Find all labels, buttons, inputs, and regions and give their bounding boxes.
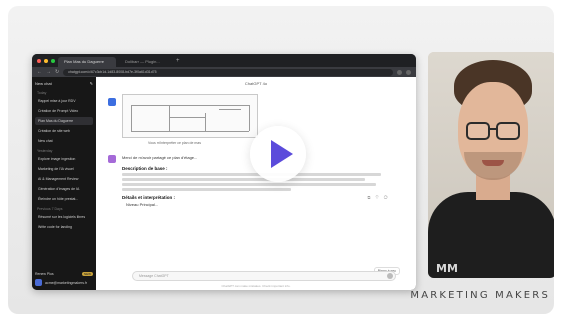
extension-icon[interactable]: [397, 69, 402, 75]
text-line: [122, 178, 365, 181]
assistant-avatar-icon: [108, 155, 116, 163]
avatar[interactable]: [35, 279, 42, 286]
upgrade-label[interactable]: Renew Plus: [35, 272, 54, 276]
message-actions[interactable]: ⧉ ♡ ⟳: [368, 195, 390, 200]
address-bar-row: ← → ↻ chatgpt.com/c/67c3cb1d-1d83-8008-b…: [32, 67, 416, 77]
play-icon: [271, 140, 293, 168]
play-button[interactable]: [250, 126, 306, 182]
sidebar-item[interactable]: Création de Prompt Video: [35, 107, 93, 115]
model-selector[interactable]: ChatGPT 4o: [108, 81, 404, 86]
sidebar-item[interactable]: New chat: [35, 137, 93, 145]
send-icon[interactable]: [387, 273, 393, 279]
profile-icon[interactable]: [406, 69, 411, 75]
chat-app: New chat ✎ Today Rappel mise à jour RDV …: [32, 77, 416, 290]
sidebar-item[interactable]: Marketing de l'IA visuel: [35, 165, 93, 173]
message-input-placeholder: Message ChatGPT: [139, 274, 169, 278]
glasses-icon: [496, 122, 520, 140]
disclaimer: ChatGPT can make mistakes. Check importa…: [221, 284, 291, 288]
glasses-bridge: [490, 128, 496, 130]
user-email: acme@marketingmakers.fr: [45, 280, 88, 285]
glasses-icon: [466, 122, 490, 140]
message-input[interactable]: Message ChatGPT: [132, 271, 396, 281]
sidebar-item[interactable]: Write code for landing: [35, 223, 93, 231]
section-heading: Détails et interprétation :: [122, 195, 176, 200]
list-item: Niveau Principal...: [126, 202, 159, 207]
webcam-presenter: MM: [428, 52, 554, 278]
new-badge: NEW: [82, 272, 93, 276]
shirt-print: MM: [436, 262, 458, 275]
browser-titlebar: Plan Mas du Daguerre Dolibarr — Plugin..…: [32, 54, 416, 67]
sidebar-section-label: Today: [37, 91, 47, 95]
edit-icon[interactable]: ✎: [90, 81, 93, 86]
reload-icon[interactable]: ↻: [55, 69, 59, 75]
sidebar-item[interactable]: Rappel mise à jour RDV: [35, 97, 93, 105]
close-window-icon[interactable]: [37, 58, 41, 63]
new-tab-icon[interactable]: +: [176, 58, 180, 64]
presenter-mouth: [482, 160, 504, 166]
sidebar-item-selected[interactable]: Plan Mas du Daguerre: [35, 117, 93, 125]
sidebar-footer: Renew Plus NEW acme@marketingmakers.fr: [35, 269, 93, 286]
text-line: [122, 188, 292, 191]
sidebar-item[interactable]: Création de site web: [35, 127, 93, 135]
new-chat-label[interactable]: New chat: [35, 81, 52, 86]
sidebar-item[interactable]: Génération d'images de IA: [35, 185, 93, 193]
sidebar-item[interactable]: AI & Management Review: [35, 175, 93, 183]
floor-plan-image[interactable]: [122, 94, 258, 138]
image-attachment-icon: [108, 98, 116, 106]
browser-window: Plan Mas du Daguerre Dolibarr — Plugin..…: [32, 54, 416, 290]
sidebar-section-label: Yesterday: [37, 149, 53, 153]
sidebar-item[interactable]: Éteindre un hôte prestat...: [35, 195, 93, 203]
user-row[interactable]: acme@marketingmakers.fr: [35, 279, 93, 286]
browser-tab-active[interactable]: Plan Mas du Daguerre: [58, 57, 116, 67]
upgrade-row[interactable]: Renew Plus NEW: [35, 272, 93, 276]
text-line: [122, 173, 382, 176]
video-thumbnail[interactable]: Plan Mas du Daguerre Dolibarr — Plugin..…: [8, 6, 554, 314]
sidebar-item[interactable]: Résumé sur les logiciels libres: [35, 213, 93, 221]
browser-tab[interactable]: Dolibarr — Plugin...: [119, 57, 171, 67]
brand-wordmark: MARKETING MAKERS: [410, 290, 550, 301]
chat-main: ChatGPT 4o Vous m'interpréter ce plan de…: [96, 77, 416, 290]
sidebar-section-label: Previous 7 Days: [37, 207, 63, 211]
sidebar-item[interactable]: Explore image ingestion: [35, 155, 93, 163]
sidebar: New chat ✎ Today Rappel mise à jour RDV …: [32, 77, 96, 290]
back-icon[interactable]: ←: [37, 69, 42, 75]
forward-icon[interactable]: →: [46, 69, 51, 75]
maximize-window-icon[interactable]: [51, 58, 55, 63]
minimize-window-icon[interactable]: [44, 58, 48, 63]
sidebar-header[interactable]: New chat ✎: [35, 81, 93, 86]
address-bar[interactable]: chatgpt.com/c/67c3cb1d-1d83-8008-bd7e-3f…: [63, 68, 393, 76]
text-line: [122, 183, 376, 186]
